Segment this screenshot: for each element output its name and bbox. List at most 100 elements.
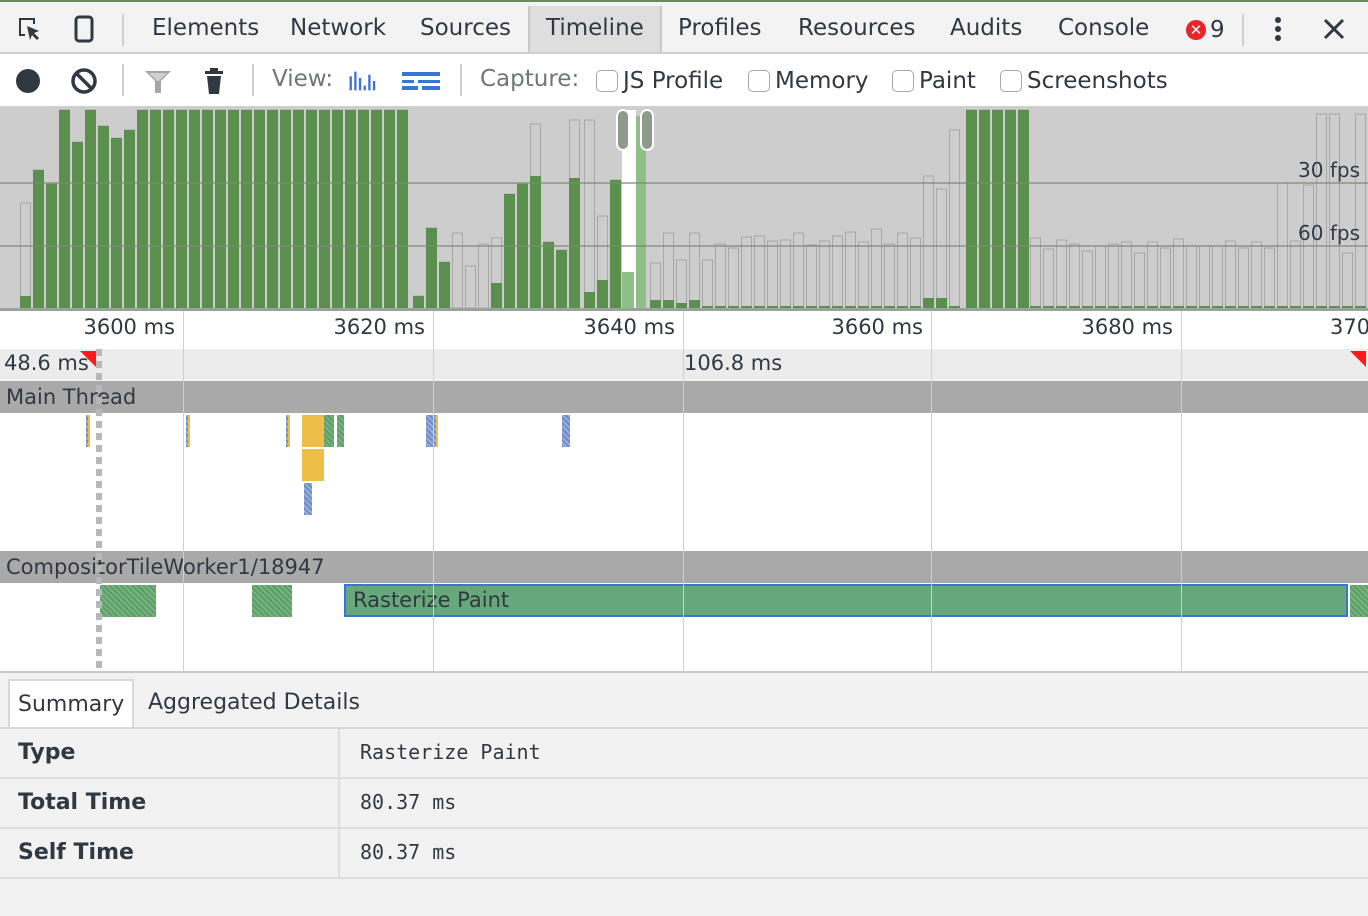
ruler-tick: 3680 ms [1081, 315, 1173, 339]
tab-resources[interactable]: Resources [782, 6, 931, 52]
tab-audits[interactable]: Audits [934, 6, 1038, 52]
frame-bar-painting [780, 306, 791, 308]
record-icon[interactable] [14, 66, 42, 96]
frame-bar-outline [1329, 113, 1340, 308]
frame-bar-painting [715, 306, 726, 308]
rasterize-event[interactable] [100, 585, 156, 617]
bar-view-icon[interactable] [348, 66, 376, 96]
frame-bar-outline [858, 241, 869, 308]
tab-console[interactable]: Console [1042, 6, 1165, 52]
column-divider [338, 779, 340, 827]
rasterize-event[interactable] [1350, 585, 1368, 617]
tab-aggregated-details[interactable]: Aggregated Details [140, 679, 368, 727]
scripting-event[interactable] [188, 415, 190, 447]
summary-row: Total Time 80.37 ms [0, 779, 1368, 829]
device-mode-icon[interactable] [70, 14, 98, 44]
frame-bar-outline [1186, 245, 1197, 308]
checkbox-box[interactable] [596, 70, 618, 92]
frame-bar-painting [163, 110, 174, 308]
scripting-event[interactable] [436, 415, 438, 447]
tab-timeline[interactable]: Timeline [528, 6, 662, 52]
frame-bar-painting [332, 110, 343, 308]
fps-60-label: 60 fps [1298, 221, 1360, 245]
tab-profiles[interactable]: Profiles [662, 6, 778, 52]
screenshots-checkbox[interactable]: Screenshots [1000, 68, 1168, 94]
frame-bar-outline [663, 232, 674, 308]
summary-value: 80.37 ms [360, 790, 457, 814]
frame-bar-painting [1316, 306, 1327, 308]
more-menu-icon[interactable] [1264, 14, 1292, 44]
frame-bar-painting [556, 250, 567, 308]
selection-handle[interactable] [616, 109, 630, 151]
frame-bar-painting [137, 110, 148, 308]
main-thread-track [0, 413, 1368, 551]
scripting-event[interactable] [88, 415, 90, 447]
scripting-event[interactable] [302, 415, 324, 447]
gridline [183, 311, 184, 671]
divider [122, 14, 124, 46]
frame-bar-painting [992, 110, 1003, 308]
clear-icon[interactable] [70, 66, 98, 96]
tab-sources[interactable]: Sources [404, 6, 527, 52]
inspect-element-icon[interactable] [16, 14, 44, 44]
main-thread-header[interactable]: Main Thread [0, 381, 1368, 413]
tab-summary[interactable]: Summary [8, 679, 135, 727]
frame-bar-outline [780, 239, 791, 308]
frame-bar-painting [1225, 306, 1236, 308]
rendering-event[interactable] [304, 483, 312, 515]
ruler-tick: 370 [1330, 315, 1368, 339]
frame-bar-painting [319, 110, 330, 308]
frame-bar-painting [949, 306, 960, 308]
checkbox-box[interactable] [748, 70, 770, 92]
memory-checkbox[interactable]: Memory [748, 68, 869, 94]
filter-icon[interactable] [144, 66, 172, 96]
long-frame-warning-icon [80, 351, 96, 367]
frame-bar-outline [949, 129, 960, 308]
tab-elements[interactable]: Elements [136, 6, 275, 52]
paint-checkbox[interactable]: Paint [892, 68, 976, 94]
painting-event[interactable] [324, 415, 334, 447]
frame-bar-outline [1212, 245, 1223, 308]
scripting-event[interactable] [288, 415, 290, 447]
checkbox-box[interactable] [892, 70, 914, 92]
frame-bar-painting [1329, 306, 1340, 308]
timeline-toolbar: View: Capture: JS Profile Memory Paint S… [0, 54, 1368, 108]
frame-bar-painting [254, 110, 265, 308]
frame-bar-painting [622, 272, 634, 308]
frame-bar-painting [597, 280, 608, 308]
frame-bar-painting [1160, 306, 1171, 308]
frame-bar-painting [806, 306, 817, 308]
frame-bar-outline [1134, 252, 1145, 308]
gridline [1181, 311, 1182, 671]
checkbox-box[interactable] [1000, 70, 1022, 92]
frame-bar-outline [754, 235, 765, 308]
ruler-tick: 3600 ms [83, 315, 175, 339]
frame-bar-painting [33, 170, 44, 308]
frame-bar-painting [1069, 306, 1080, 308]
compositor-thread-header[interactable]: CompositorTileWorker1/18947 [0, 551, 1368, 583]
frame-bar-painting [569, 178, 580, 308]
scripting-event[interactable] [302, 449, 324, 481]
frame-bar-painting [832, 306, 843, 308]
frame-bar-outline [1238, 247, 1249, 308]
tab-network[interactable]: Network [274, 6, 402, 52]
summary-row: Type Rasterize Paint [0, 729, 1368, 779]
frame-bar-painting [1303, 306, 1314, 308]
frame-bar-painting [754, 306, 765, 308]
rendering-event[interactable] [562, 415, 570, 447]
garbage-collect-icon[interactable] [200, 66, 228, 96]
error-count-badge[interactable]: ✕ 9 [1186, 17, 1225, 43]
frame-bar-outline [923, 175, 934, 308]
painting-event[interactable] [337, 415, 344, 447]
frames-overview[interactable]: 30 fps 60 fps [0, 108, 1368, 311]
frame-bar-outline [832, 235, 843, 308]
frame-bar-painting [1238, 306, 1249, 308]
close-icon[interactable] [1320, 14, 1348, 44]
selection-handle[interactable] [640, 109, 654, 151]
flame-view-icon[interactable] [402, 66, 440, 96]
frame-duration[interactable]: 106.8 ms [684, 351, 782, 375]
frame-duration[interactable]: 48.6 ms [4, 351, 89, 375]
selected-rasterize-paint-event[interactable]: Rasterize Paint [344, 584, 1348, 617]
rasterize-event[interactable] [252, 585, 292, 617]
js-profile-checkbox[interactable]: JS Profile [596, 68, 723, 94]
